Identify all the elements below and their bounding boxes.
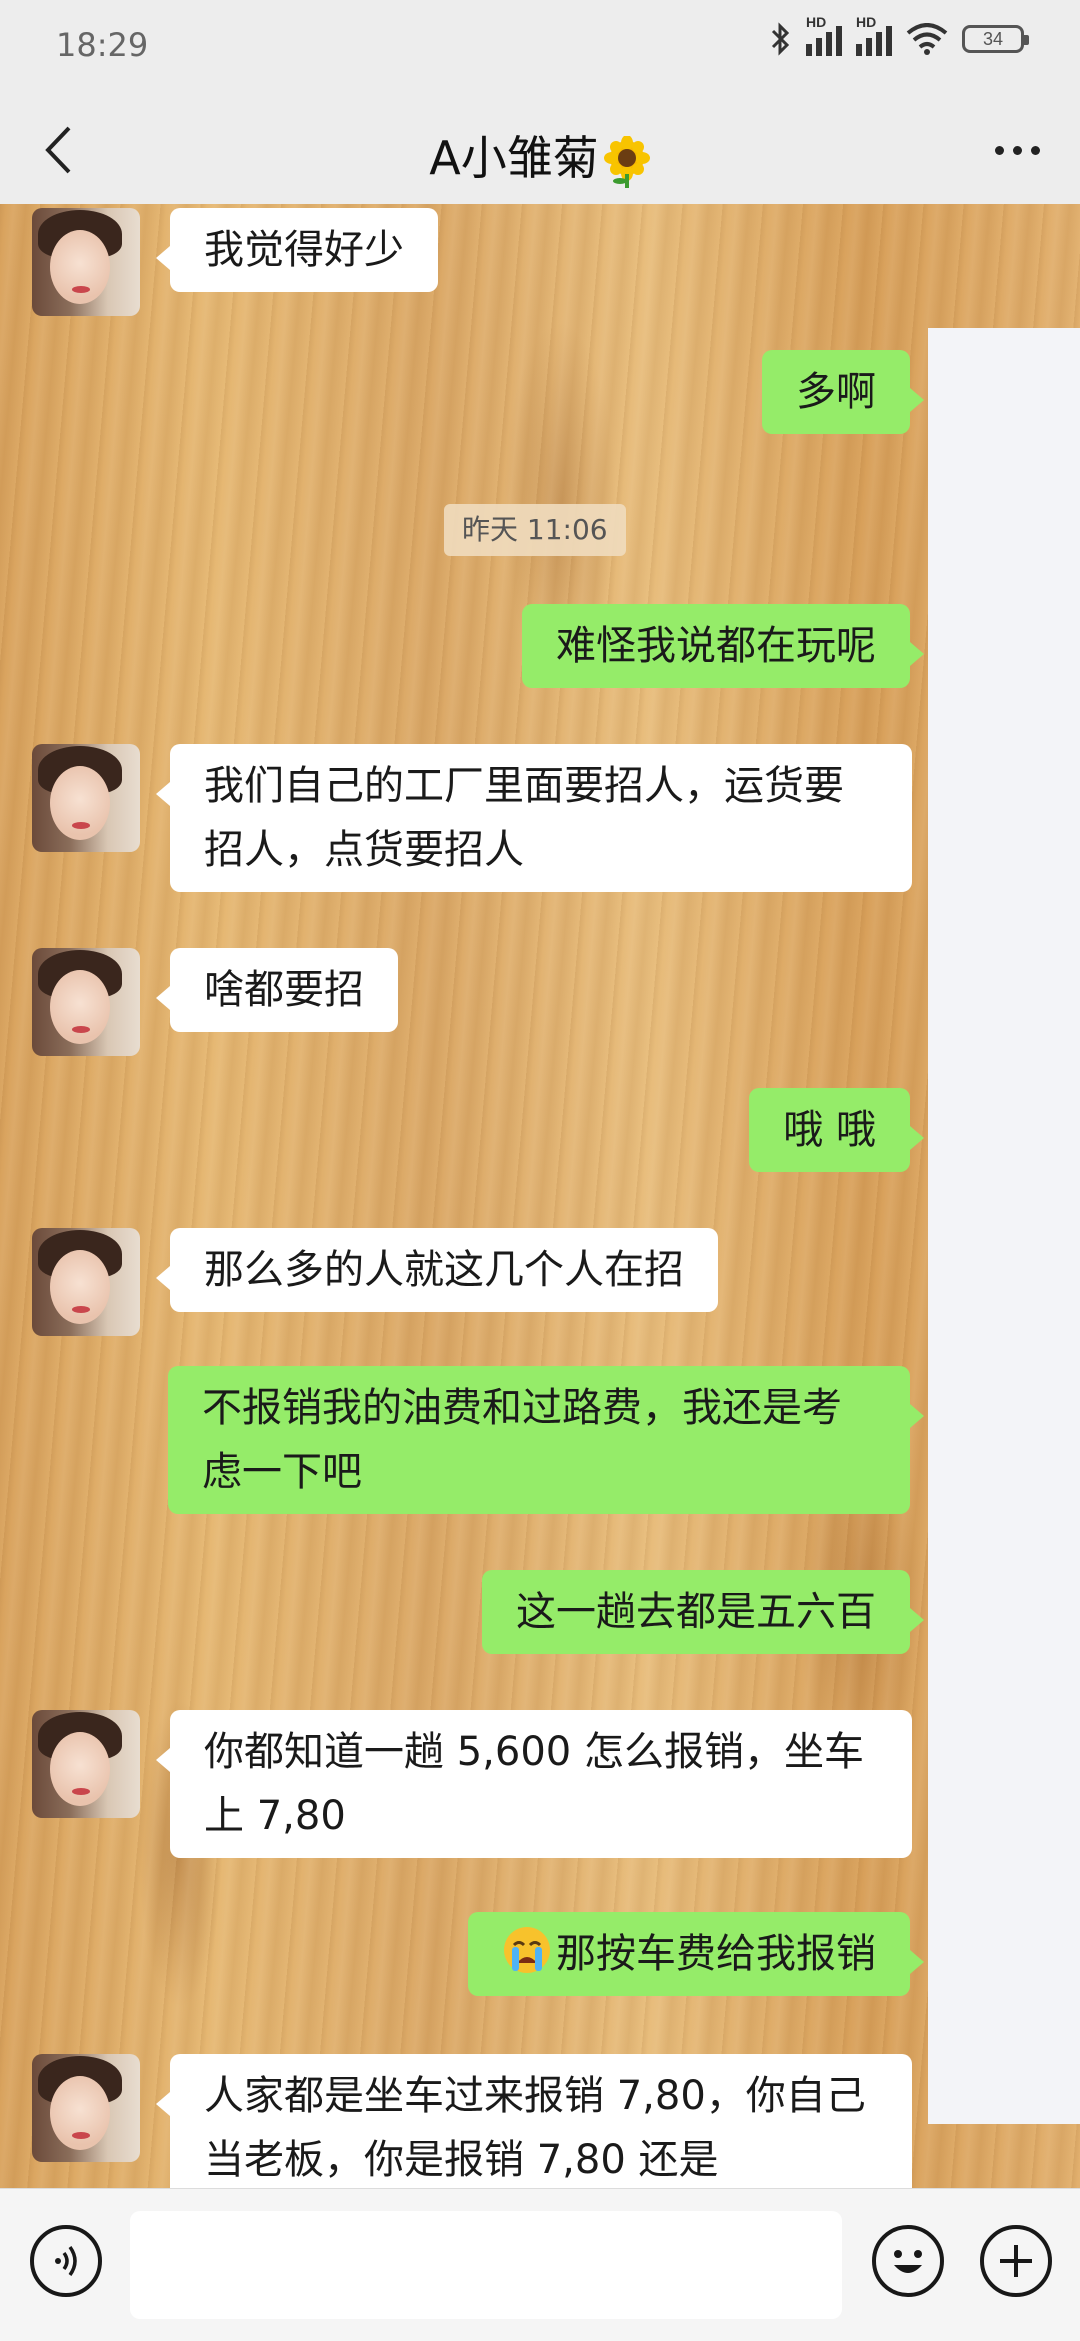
incoming-message[interactable]: 我们自己的工厂里面要招人，运货要招人，点货要招人 [156,744,912,892]
incoming-message[interactable]: 人家都是坐车过来报销 7,80，你自己当老板，你是报销 7,80 还是 [156,2054,912,2188]
signal-hd-label: HD [806,14,827,30]
avatar[interactable] [32,2054,140,2162]
more-options-button[interactable] [982,118,1052,182]
signal-strength-icon: HD [806,14,842,56]
emoji-icon [894,2250,922,2273]
status-bar: 18:29 HD HD 34 [0,0,1080,96]
side-panel [928,328,1080,2124]
avatar[interactable] [32,948,140,1056]
message-text: 那按车费给我报销 [556,1931,876,1977]
sunflower-icon [603,135,650,188]
avatar[interactable] [32,744,140,852]
chat-messages[interactable]: 我觉得好少 多啊 昨天 11:06 难怪我说都在玩呢 我们自己的工厂里面要招人，… [0,204,1080,2188]
avatar[interactable] [32,1710,140,1818]
chat-title: A小雏菊 [0,122,1080,188]
chat-title-text: A小雏菊 [429,131,599,185]
incoming-message[interactable]: 那么多的人就这几个人在招 [156,1228,718,1312]
emoji-button[interactable] [872,2225,944,2297]
avatar[interactable] [32,1228,140,1336]
message-input[interactable] [130,2211,842,2319]
battery-icon: 34 [962,25,1029,53]
outgoing-message[interactable]: 哦 哦 [749,1088,924,1172]
incoming-message[interactable]: 啥都要招 [156,948,398,1032]
outgoing-message[interactable]: 多啊 [762,350,924,434]
input-bar [0,2188,1080,2341]
incoming-message[interactable]: 我觉得好少 [156,208,438,292]
wifi-icon [906,23,948,55]
voice-icon [55,2245,77,2277]
chat-header: A小雏菊 [0,96,1080,204]
outgoing-message[interactable]: 那按车费给我报销 [468,1912,924,1996]
incoming-message[interactable]: 你都知道一趟 5,600 怎么报销，坐车上 7,80 [156,1710,912,1858]
message-timestamp: 昨天 11:06 [444,504,626,556]
outgoing-message[interactable]: 这一趟去都是五六百 [482,1570,924,1654]
status-time: 18:29 [56,26,149,64]
status-icons: HD HD 34 [770,14,1029,56]
crying-face-icon [504,1927,550,1973]
voice-button[interactable] [30,2225,102,2297]
signal-strength-icon: HD [856,14,892,56]
outgoing-message[interactable]: 难怪我说都在玩呢 [522,604,924,688]
plus-icon [1000,2245,1032,2277]
avatar[interactable] [32,208,140,316]
plus-button[interactable] [980,2225,1052,2297]
signal-hd-label: HD [856,14,877,30]
outgoing-message[interactable]: 不报销我的油费和过路费，我还是考虑一下吧 [168,1366,924,1514]
bluetooth-icon [771,22,790,56]
